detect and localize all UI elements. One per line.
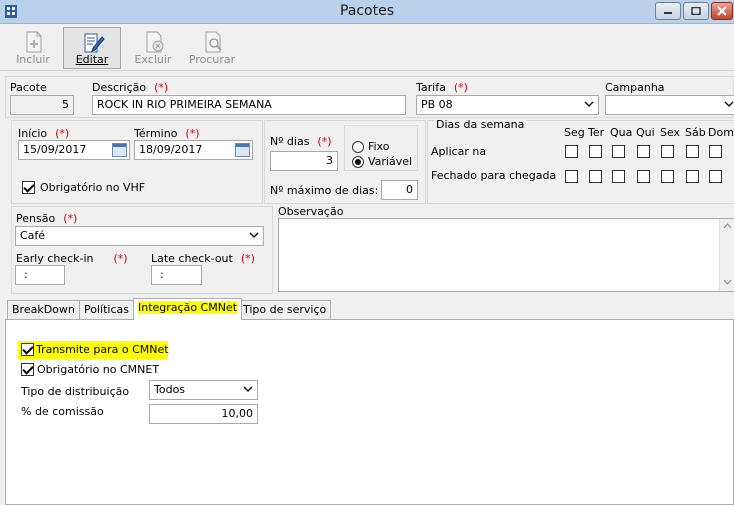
comissao-input[interactable]: 10,00 <box>149 404 258 424</box>
aplicar-qua-checkbox[interactable] <box>612 145 625 158</box>
edit-icon <box>84 33 105 53</box>
maximize-button[interactable] <box>683 2 709 20</box>
editar-button[interactable]: Editar <box>63 27 121 69</box>
aplicar-seg-checkbox[interactable] <box>565 145 578 158</box>
calendar-icon[interactable] <box>235 143 250 157</box>
observacao-scrollbar[interactable] <box>719 219 734 291</box>
excluir-button[interactable]: Excluir <box>124 27 182 69</box>
ndias-label: Nº dias (*) <box>270 135 332 148</box>
day-header-dom: Dom <box>708 126 734 139</box>
checkbox-checked-icon <box>22 181 35 194</box>
ndias-input[interactable]: 3 <box>270 151 338 171</box>
fechado-chegada-label: Fechado para chegada <box>431 169 557 182</box>
tipo-distribuicao-select[interactable]: Todos <box>149 380 258 400</box>
day-header-ter: Ter <box>588 126 605 139</box>
descricao-label: Descrição (*) <box>92 81 169 94</box>
pacote-label: Pacote <box>10 81 47 94</box>
variavel-radio[interactable]: Variável <box>352 155 414 169</box>
tarifa-select[interactable]: PB 08 <box>416 95 599 115</box>
fechado-sex-checkbox[interactable] <box>661 170 674 183</box>
pacote-field: 5 <box>10 95 74 115</box>
search-document-icon <box>205 31 222 53</box>
campanha-select[interactable] <box>605 95 734 115</box>
pensao-label: Pensão (*) <box>16 212 78 225</box>
day-header-sab: Sáb <box>685 126 706 139</box>
radio-icon <box>352 141 364 153</box>
descricao-input[interactable]: ROCK IN RIO PRIMEIRA SEMANA <box>92 95 406 115</box>
chevron-down-icon <box>584 101 594 107</box>
close-icon <box>717 6 727 16</box>
aplicar-sex-checkbox[interactable] <box>661 145 674 158</box>
inicio-label: Início (*) <box>18 127 70 140</box>
comissao-label: % de comissão <box>21 405 104 418</box>
tab-breakdown[interactable]: BreakDown <box>7 300 80 319</box>
observacao-label: Observação <box>278 205 344 218</box>
transmite-cmnet-checkbox[interactable]: Transmite para o CMNet <box>18 341 169 359</box>
fixo-radio[interactable]: Fixo <box>352 140 412 154</box>
tab-tipo-servico[interactable]: Tipo de serviço <box>238 300 332 319</box>
minimize-button[interactable] <box>655 2 681 20</box>
minimize-icon <box>664 12 672 14</box>
procurar-button[interactable]: Procurar <box>183 27 241 69</box>
fechado-dom-checkbox[interactable] <box>709 170 722 183</box>
scroll-down-icon[interactable] <box>723 279 732 285</box>
chevron-down-icon <box>249 232 259 238</box>
late-checkout-input[interactable]: : <box>151 265 202 285</box>
dias-semana-title: Dias da semana <box>434 118 527 131</box>
fechado-qua-checkbox[interactable] <box>612 170 625 183</box>
window-title: Pacotes <box>339 3 395 19</box>
chevron-down-icon <box>724 101 734 107</box>
tipo-distribuicao-label: Tipo de distribuição <box>21 385 130 398</box>
day-header-seg: Seg <box>564 126 585 139</box>
aplicar-qui-checkbox[interactable] <box>637 145 650 158</box>
new-document-icon <box>26 31 42 53</box>
fechado-ter-checkbox[interactable] <box>589 170 602 183</box>
aplicar-sab-checkbox[interactable] <box>686 145 699 158</box>
fechado-qui-checkbox[interactable] <box>637 170 650 183</box>
max-dias-label: Nº máximo de dias: <box>270 184 379 197</box>
day-header-qua: Qua <box>610 126 633 139</box>
title-bar: Pacotes <box>0 0 734 24</box>
tab-integracao-cmnet[interactable]: Integração CMNet <box>133 298 243 320</box>
early-checkin-label: Early check-in (*) <box>16 252 128 265</box>
maximize-icon <box>691 7 701 15</box>
max-dias-input[interactable]: 0 <box>381 180 418 200</box>
scroll-up-icon[interactable] <box>723 223 732 229</box>
radio-selected-icon <box>352 156 364 168</box>
incluir-button[interactable]: Incluir <box>4 27 62 69</box>
fechado-sab-checkbox[interactable] <box>686 170 699 183</box>
inicio-date-input[interactable]: 15/09/2017 <box>18 140 130 160</box>
day-header-qui: Qui <box>636 126 655 139</box>
delete-icon <box>146 31 164 53</box>
termino-date-input[interactable]: 18/09/2017 <box>134 140 253 160</box>
close-button[interactable] <box>711 2 733 20</box>
obrigatorio-vhf-checkbox[interactable]: Obrigatório no VHF <box>22 180 222 196</box>
aplicar-dom-checkbox[interactable] <box>709 145 722 158</box>
checkbox-checked-icon <box>21 343 34 356</box>
aplicar-na-label: Aplicar na <box>431 145 487 158</box>
early-checkin-input[interactable]: : <box>15 265 65 285</box>
chevron-down-icon <box>243 386 253 392</box>
campanha-label: Campanha <box>605 81 665 94</box>
tab-politicas[interactable]: Políticas <box>79 300 134 319</box>
fechado-seg-checkbox[interactable] <box>565 170 578 183</box>
day-header-sex: Sex <box>660 126 681 139</box>
observacao-textarea[interactable] <box>278 218 734 292</box>
late-checkout-label: Late check-out (*) <box>151 252 255 265</box>
termino-label: Término (*) <box>134 127 200 140</box>
tarifa-label: Tarifa (*) <box>416 81 468 94</box>
pensao-select[interactable]: Café <box>15 226 264 246</box>
aplicar-ter-checkbox[interactable] <box>589 145 602 158</box>
obrigatorio-cmnet-checkbox[interactable]: Obrigatório no CMNET <box>21 362 181 378</box>
checkbox-checked-icon <box>21 363 34 376</box>
calendar-icon[interactable] <box>112 143 127 157</box>
